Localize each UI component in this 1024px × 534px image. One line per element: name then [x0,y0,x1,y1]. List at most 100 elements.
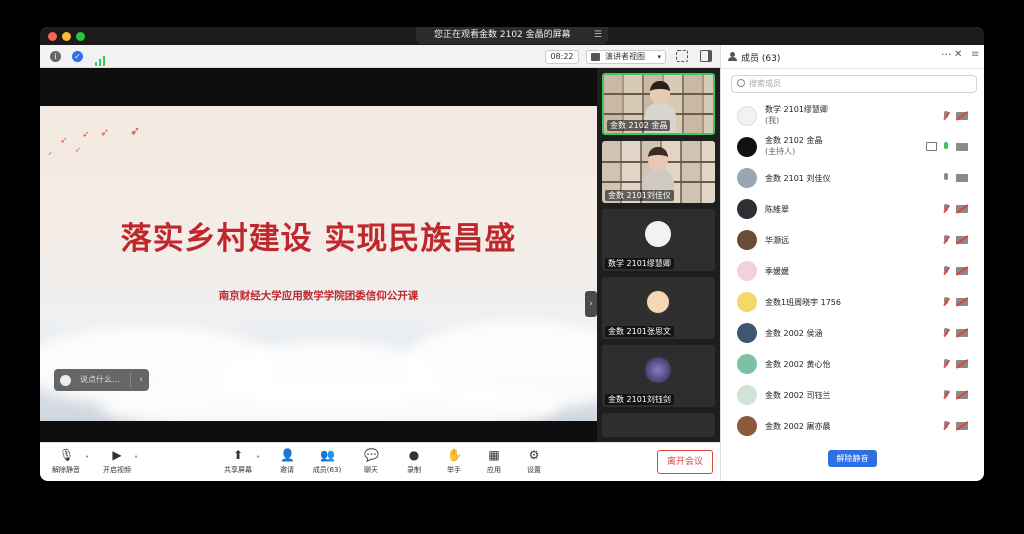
mic-muted-icon[interactable] [943,266,949,276]
mic-muted-icon[interactable] [943,297,949,307]
camera-off-icon[interactable] [956,205,968,213]
camera-icon[interactable] [956,143,968,151]
share-screen-button[interactable]: ⬆ 共享屏幕 [214,448,262,480]
list-item[interactable]: 数学 2101缪慧卿 (我) [721,101,984,132]
view-mode-label: 演讲者视图 [605,52,645,61]
member-name: 季媛媛 [765,267,789,276]
view-mode-select[interactable]: 演讲者视图 ▾ [586,50,666,64]
members-button[interactable]: 👥 成员(63) [303,448,351,480]
close-window-button[interactable] [48,32,57,41]
avatar [737,354,757,374]
mic-muted-icon[interactable] [943,359,949,369]
list-item[interactable]: 金数 2101 刘佳仪 [721,163,984,194]
slide-title: 落实乡村建设 实现民族昌盛 [120,221,517,257]
fullscreen-icon[interactable] [676,50,688,62]
video-tile[interactable]: 数学 2101缪慧卿 [602,209,715,271]
toggle-sidebar-icon[interactable] [700,50,712,62]
list-item[interactable]: 金数 2002 屠亦晨 [721,411,984,442]
mic-muted-icon[interactable] [943,328,949,338]
chat-input-pill[interactable]: 说点什么... ‹ [54,369,149,391]
mic-muted-icon[interactable] [943,111,949,121]
video-tile-name: 金数 2101刘钰剑 [605,394,674,405]
participants-panel: 成员 (63) ··· ✕ ≡ 搜索成员 数学 2101缪慧卿 (我) 金数 21… [720,45,984,481]
camera-off-icon[interactable] [956,267,968,275]
member-search-input[interactable]: 搜索成员 [731,75,977,93]
bird-icon: ➶ [48,150,54,157]
network-signal-icon[interactable] [95,51,106,66]
menu-icon[interactable]: ≡ [971,49,979,60]
chat-button[interactable]: 💬 聊天 [347,448,395,480]
security-shield-icon[interactable]: ✓ [72,51,83,62]
camera-off-icon[interactable] [956,236,968,244]
unmute-button[interactable]: 🎙 解除静音 [42,448,90,480]
list-item[interactable]: 季媛媛 [721,256,984,287]
video-tile-name: 金数 2102 金晶 [607,120,671,131]
avatar [645,221,671,247]
screen-share-icon [926,142,937,151]
video-tile[interactable]: 金数 2101张思文 [602,277,715,339]
mic-muted-icon[interactable] [943,235,949,245]
chat-icon: 💬 [364,448,379,462]
bird-icon: ➶ [75,146,81,154]
close-icon[interactable]: ✕ [954,49,962,60]
maximize-window-button[interactable] [76,32,85,41]
camera-off-icon[interactable] [956,112,968,120]
camera-off-icon[interactable] [956,298,968,306]
screen-share-banner[interactable]: 您正在观看金数 2102 金晶的屏幕 ☰ [416,27,608,44]
video-tile[interactable]: 金数 2101刘钰剑 [602,345,715,407]
video-tile-name: 金数 2101张思文 [605,326,674,337]
avatar [737,416,757,436]
chevron-up-icon[interactable]: ˄ [256,455,260,464]
chevron-up-icon[interactable]: ˄ [134,455,138,464]
member-name: 金数 2102 金晶 [765,136,823,145]
info-icon[interactable]: i [50,51,61,62]
camera-off-icon[interactable] [956,329,968,337]
mic-muted-icon[interactable] [943,390,949,400]
share-options-icon[interactable]: ☰ [594,27,602,44]
list-item[interactable]: 华灏远 [721,225,984,256]
camera-icon[interactable] [956,174,968,182]
leave-meeting-button[interactable]: 离开会议 [657,450,713,474]
meeting-toolbar: i ✓ 08:22 演讲者视图 ▾ [40,45,720,68]
collapse-strip-handle[interactable]: › [585,291,597,317]
camera-off-icon[interactable] [956,422,968,430]
chevron-left-icon[interactable]: ‹ [139,369,143,391]
video-tile[interactable]: 金数 2101刘佳仪 [602,141,715,203]
video-tile[interactable]: 金数 2102 金晶 [602,73,715,135]
more-options-icon[interactable]: ··· [941,48,952,61]
mic-icon[interactable] [943,173,949,183]
bird-icon: ➶ [130,124,141,138]
video-tile[interactable] [602,413,715,437]
mic-muted-icon[interactable] [943,421,949,431]
chevron-up-icon[interactable]: ˄ [85,455,89,464]
member-name: 金数 2002 黄心怡 [765,360,831,369]
share-banner-text: 您正在观看金数 2102 金晶的屏幕 [434,30,571,40]
panel-header: 成员 (63) ··· ✕ ≡ [721,45,984,69]
list-item[interactable]: 金数 2002 黄心怡 [721,349,984,380]
slide-subtitle: 南京财经大学应用数学学院团委信仰公开课 [218,290,419,302]
chat-placeholder: 说点什么... [80,375,120,384]
video-strip[interactable]: 金数 2102 金晶 金数 2101刘佳仪 数学 2101缪慧卿 金数 2101… [597,68,720,442]
settings-button[interactable]: ⚙ 设置 [510,448,558,480]
list-item[interactable]: 金数 2002 侯涵 [721,318,984,349]
unmute-all-button[interactable]: 解除静音 [828,450,877,467]
camera-off-icon[interactable] [956,391,968,399]
apps-icon: ▦ [488,448,500,462]
camera-off-icon[interactable] [956,360,968,368]
member-role: (主持人) [765,147,796,156]
emoji-icon[interactable] [60,375,71,386]
list-item[interactable]: 金数1班周晓宇 1756 [721,287,984,318]
member-name: 金数 2101 刘佳仪 [765,174,831,183]
minimize-window-button[interactable] [62,32,71,41]
mic-muted-icon[interactable] [943,204,949,214]
list-item[interactable]: 金数 2002 司钰兰 [721,380,984,411]
start-video-button[interactable]: ▶ 开启视频 [93,448,141,480]
video-tile-name: 数学 2101缪慧卿 [605,258,674,269]
members-icon: 👥 [320,448,335,462]
search-placeholder: 搜索成员 [749,79,781,88]
list-item[interactable]: 陈維翠 [721,194,984,225]
shared-screen-area[interactable]: ➶ ➶ ➶ ➶ ➶ ➶ 落实乡村建设 实现民族昌盛 南京财经大学应用数学学院团委… [40,68,597,442]
search-icon [737,79,745,87]
mic-on-icon[interactable] [943,142,949,152]
list-item[interactable]: 金数 2102 金晶 (主持人) [721,132,984,163]
